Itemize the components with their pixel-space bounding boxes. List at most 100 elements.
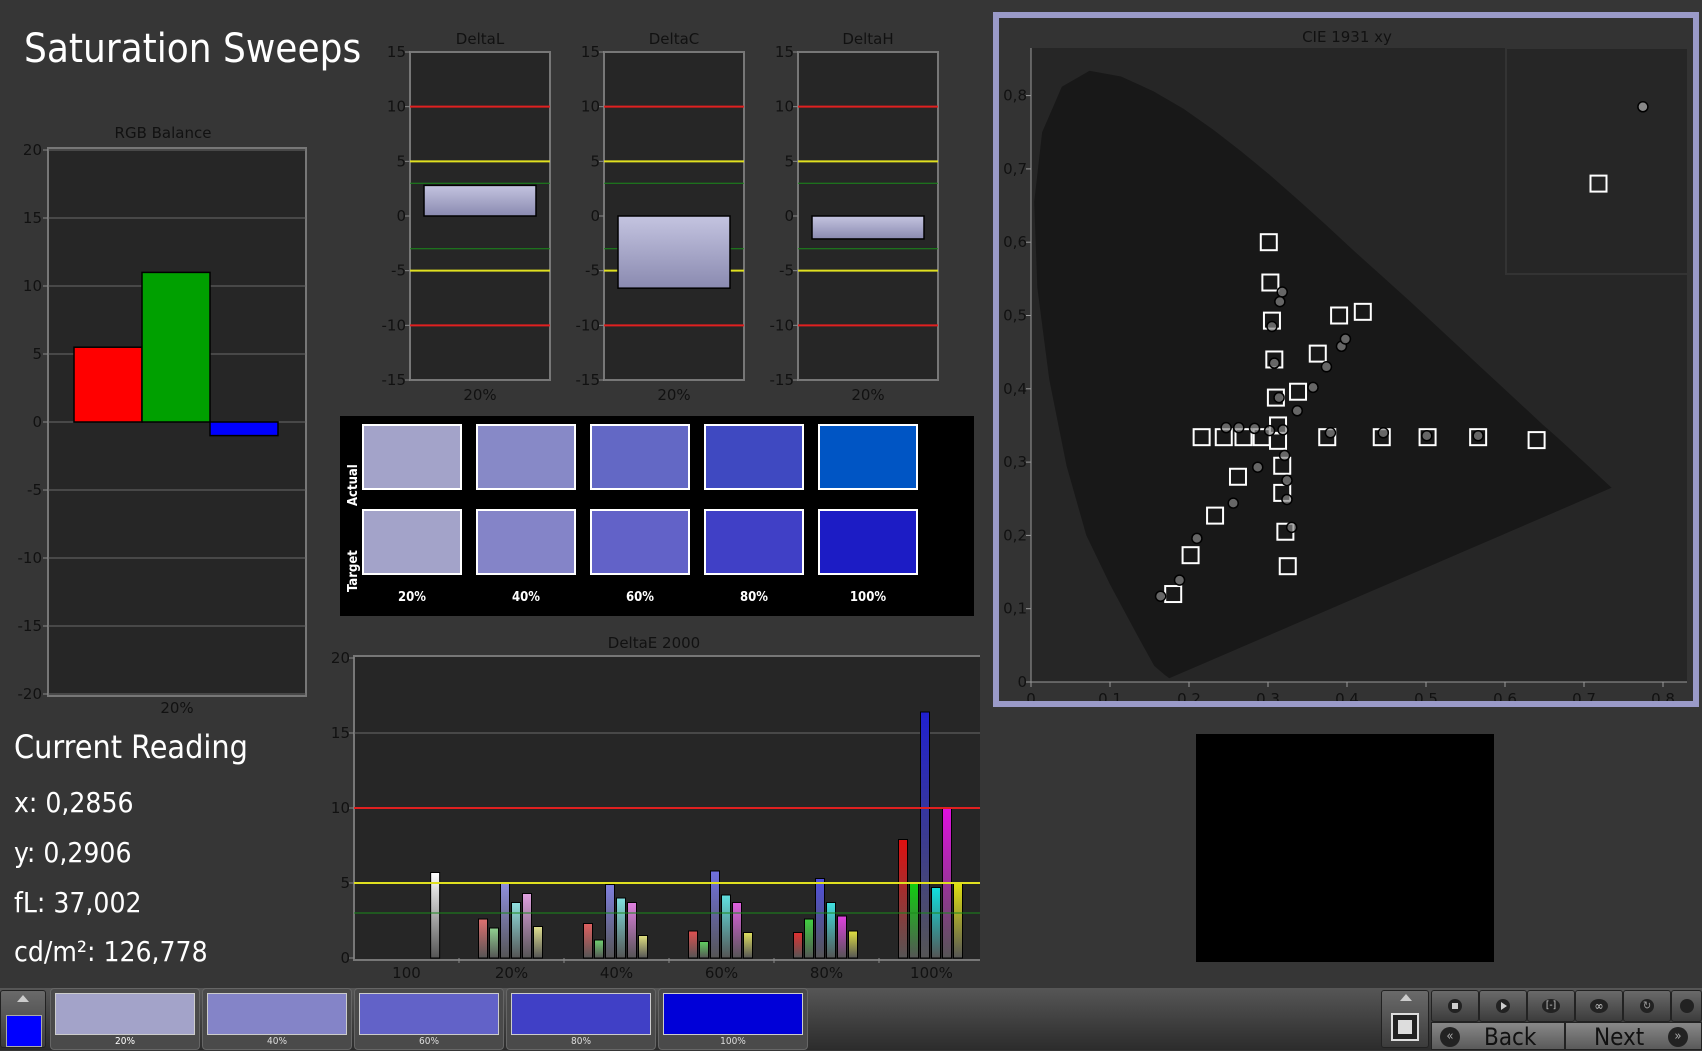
cie-measured-marker [1277,424,1289,436]
rgb-y-tick-label: -20 [18,685,43,703]
square-icon [1391,1013,1419,1041]
deltae-bar [732,902,742,959]
swatch-label: 20% [398,590,426,605]
stop-mode-button[interactable] [1381,990,1429,1048]
cie-x-tick-label: 0 [1026,690,1036,701]
next-button[interactable]: Next » [1565,1022,1702,1051]
delta-y-tick-label: 5 [590,152,600,170]
stop-button[interactable] [1431,990,1479,1022]
sweep-tab-label: 100% [720,1036,746,1047]
refresh-button[interactable]: ↻ [1623,990,1671,1022]
delta-y-tick-label: 0 [784,207,794,225]
sweep-tab-swatch [511,993,651,1035]
deltae-bar [605,884,615,959]
rgb-y-tick-label: -5 [27,481,42,499]
cie-measured-marker [1472,429,1484,442]
cie-measured-marker [1154,590,1167,602]
sweep-tab-swatch [359,993,499,1035]
cie-measured-marker [1173,574,1186,586]
current-color-button[interactable] [0,990,46,1048]
delta-bar [423,184,537,217]
deltae-y-tick-label: 0 [340,949,350,967]
deltae-bar [699,941,709,959]
rgb-y-tick-label: 15 [23,209,42,227]
swatch-label: 80% [740,590,768,605]
cie-measured-marker [1191,532,1203,545]
delta-y-tick-label: -5 [779,262,794,280]
deltae-bar [616,897,626,959]
back-button[interactable]: « Back [1431,1022,1565,1051]
cie-measured-marker [1227,497,1239,509]
cie-measured-marker [1324,427,1337,439]
sweep-tab-label: 40% [267,1036,287,1047]
target-swatch [704,509,804,575]
delta-y-tick-label: 15 [775,43,794,61]
deltae-y-tick-label: 20 [331,649,350,667]
cie-measured-marker [1274,295,1286,308]
cie-measured-marker [1339,333,1352,345]
swatch-panel: Actual Target 20% 40% 60% 80% 100% [340,416,974,616]
actual-row-label: Actual [346,464,361,506]
cie-measured-marker [1263,424,1276,437]
deltae-x-label: 100% [910,964,953,982]
deltae-bar [898,839,908,959]
deltae-x-label: 60% [705,964,738,982]
target-swatch [590,509,690,575]
cie-y-tick-label: 0,4 [1003,380,1027,398]
play-button[interactable] [1479,990,1527,1022]
delta-y-tick-label: 15 [387,43,406,61]
deltae-title: DeltaE 2000 [608,634,700,652]
rgb-bar-green [141,271,211,423]
deltae-bar [511,902,521,959]
delta-x-label: 20% [851,386,884,404]
actual-swatch [590,424,690,490]
extra-button[interactable] [1671,990,1702,1022]
delta-y-tick-label: -5 [391,262,406,280]
deltae-bar [627,902,637,959]
sweep-tab-100pct[interactable]: 100% [658,988,808,1050]
deltae-bar [815,878,825,959]
sweep-tab-20pct[interactable]: 20% [50,988,200,1050]
collapse-up-icon-2 [1400,994,1412,1001]
sweep-tab-60pct[interactable]: 60% [354,988,504,1050]
rgb-y-tick-label: 5 [32,345,42,363]
reading-y: y: 0,2906 [14,836,132,869]
target-swatch [818,509,918,575]
delta-chart-title: DeltaH [842,30,893,48]
cie-measured-marker [1377,427,1390,439]
cie-measured-marker [1278,449,1291,462]
deltae-bar [931,887,941,959]
page-title: Saturation Sweeps [24,26,362,72]
cie-x-tick-label: 0,2 [1177,690,1201,701]
cie-x-tick-label: 0,1 [1098,690,1122,701]
cie-title: CIE 1931 xy [1302,28,1392,46]
cie-y-tick-label: 0 [1017,673,1027,691]
delta-y-tick-label: -15 [770,371,795,389]
rgb-balance-x-label: 20% [160,699,193,717]
cie-x-tick-label: 0,7 [1572,690,1596,701]
actual-swatch [704,424,804,490]
cie-measured-marker [1291,405,1303,417]
deltae-y-tick-label: 10 [331,799,350,817]
deltae-bar [478,918,488,959]
cie-y-tick-label: 0,1 [1003,600,1027,618]
cie-y-tick-label: 0,3 [1003,453,1027,471]
rgb-y-tick-label: -10 [18,549,43,567]
deltae-bar [793,932,803,959]
deltae-bar [848,930,858,959]
stop-icon [1448,999,1462,1013]
measure-button[interactable]: [-] [1527,990,1575,1022]
swatch-label: 100% [849,590,887,605]
back-arrows-icon: « [1440,1027,1460,1047]
deltae-bar [594,939,604,959]
rgb-balance-title: RGB Balance [115,124,212,142]
delta-y-tick-label: 15 [581,43,600,61]
sweep-tab-40pct[interactable]: 40% [202,988,352,1050]
sweep-tab-label: 20% [115,1036,135,1047]
sweep-tab-80pct[interactable]: 80% [506,988,656,1050]
continuous-button[interactable]: ∞ [1575,990,1623,1022]
delta-bar [811,215,925,240]
play-icon [1496,999,1510,1013]
sweep-tab-swatch [663,993,803,1035]
cie-y-tick-label: 0,5 [1003,307,1027,325]
